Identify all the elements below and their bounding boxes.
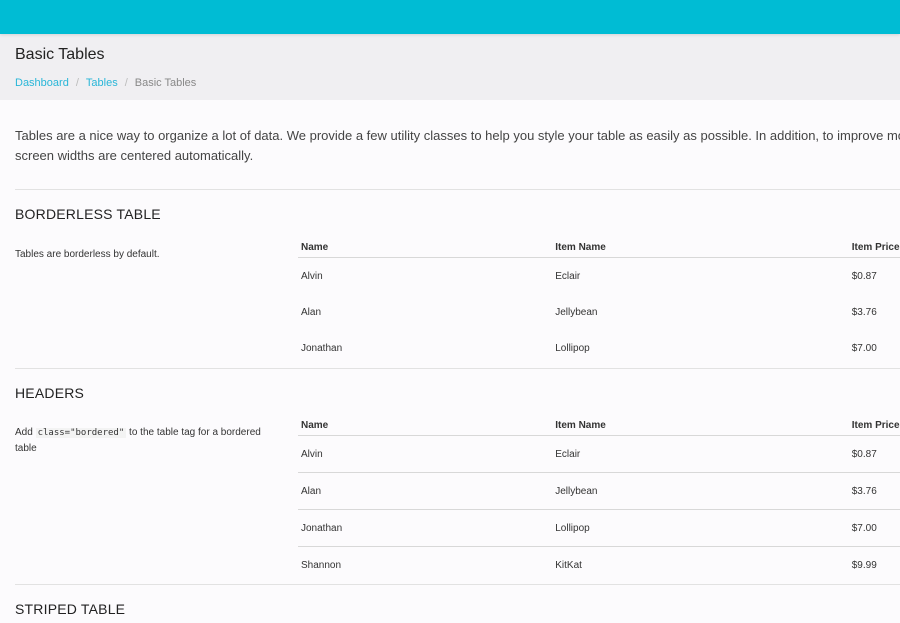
- cell-name: Alan: [301, 306, 322, 318]
- cell-item-name: Eclair: [552, 435, 849, 473]
- section-title-striped: STRIPED TABLE: [15, 601, 126, 617]
- page-title: Basic Tables: [15, 46, 105, 63]
- intro-line-1: Tables are a nice way to organize a lot …: [15, 128, 900, 143]
- cell-item-name: Jellybean: [555, 306, 598, 318]
- striped-table-section: STRIPED TABLE: [15, 584, 900, 623]
- table-row: Alan Jellybean $3.76: [298, 294, 900, 330]
- cell-item-name: Lollipop: [555, 342, 590, 354]
- cell-item-name: Lollipop: [552, 509, 849, 547]
- table-row: Alvin Eclair $0.87: [298, 258, 900, 295]
- cell-item-price: $3.76: [851, 306, 877, 318]
- description-code: class="bordered": [35, 428, 127, 438]
- cell-item-price: $7.00: [851, 342, 877, 354]
- table-row: Jonathan Lollipop $7.00: [298, 509, 900, 547]
- column-header-name: Name: [298, 415, 553, 436]
- cell-name: Alan: [298, 472, 553, 510]
- main-content: Tables are a nice way to organize a lot …: [0, 100, 900, 623]
- cell-item-price: $9.99: [851, 559, 877, 571]
- cell-item-price: $0.87: [848, 435, 900, 473]
- headers-table-section: HEADERS Add class="bordered" to the tabl…: [15, 368, 900, 584]
- borderless-table-section: BORDERLESS TABLE Tables are borderless b…: [15, 189, 900, 368]
- borderless-description: Tables are borderless by default.: [15, 249, 160, 260]
- cell-item-price: $3.76: [848, 472, 900, 510]
- column-header-name: Name: [298, 237, 553, 258]
- table-row: Alvin Eclair $0.87: [298, 435, 900, 473]
- column-header-item-name: Item Name: [552, 415, 849, 436]
- cell-item-name: Jellybean: [552, 472, 849, 510]
- cell-item-price: $0.87: [851, 270, 877, 282]
- breadcrumb-tables[interactable]: Tables: [86, 77, 118, 89]
- column-header-item-price: Item Price: [848, 415, 900, 436]
- breadcrumb: Dashboard / Tables / Basic Tables: [15, 77, 196, 89]
- breadcrumb-current: Basic Tables: [134, 77, 197, 89]
- cell-name: Jonathan: [298, 509, 553, 547]
- cell-name: Alvin: [298, 435, 553, 473]
- table-header-row: Name Item Name Item Price: [298, 237, 900, 258]
- section-title-headers: HEADERS: [15, 385, 85, 401]
- top-navbar: [0, 0, 900, 34]
- intro-line-2: screen widths are centered automatically…: [15, 148, 254, 163]
- intro-text: Tables are a nice way to organize a lot …: [15, 126, 900, 166]
- borderless-table: Name Item Name Item Price Alvin Eclair $…: [298, 237, 900, 366]
- table-header-row: Name Item Name Item Price: [298, 415, 900, 436]
- breadcrumb-dashboard[interactable]: Dashboard: [15, 77, 69, 89]
- cell-name: Alvin: [301, 270, 323, 282]
- cell-item-name: KitKat: [555, 559, 582, 571]
- table-row: Shannon KitKat $9.99: [298, 547, 900, 584]
- breadcrumb-separator: /: [75, 77, 79, 89]
- headers-description: Add class="bordered" to the table tag fo…: [15, 425, 280, 456]
- bordered-table: Name Item Name Item Price Alvin Eclair $…: [298, 415, 900, 583]
- column-header-item-price: Item Price: [848, 237, 900, 258]
- table-row: Jonathan Lollipop $7.00: [298, 330, 900, 366]
- breadcrumb-separator: /: [124, 77, 128, 89]
- cell-item-price: $7.00: [848, 509, 900, 547]
- column-header-item-name: Item Name: [552, 237, 849, 258]
- table-row: Alan Jellybean $3.76: [298, 472, 900, 510]
- page-header: Basic Tables Dashboard / Tables / Basic Tabl…: [0, 34, 900, 100]
- cell-name: Jonathan: [301, 342, 343, 354]
- cell-name: Shannon: [301, 559, 342, 571]
- section-title-borderless: BORDERLESS TABLE: [15, 206, 161, 222]
- cell-item-name: Eclair: [555, 270, 581, 282]
- description-text: Add: [15, 427, 36, 438]
